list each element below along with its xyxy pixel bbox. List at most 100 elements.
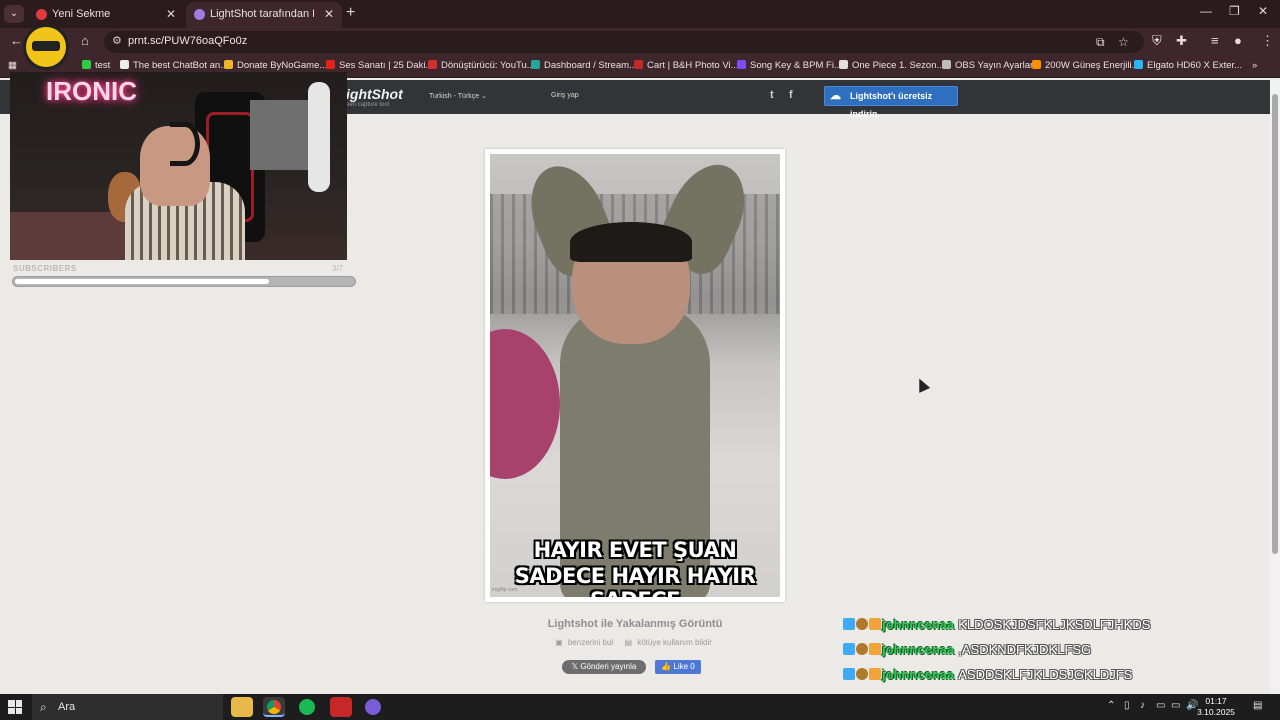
bookmark-elgato[interactable]: Elgato HD60 X Exter... xyxy=(1134,60,1242,71)
screenshot-title: Lightshot ile Yakalanmış Görüntü xyxy=(547,618,723,630)
media-control-icon[interactable]: ≡ xyxy=(1211,33,1219,48)
tab-lightshot[interactable]: LightShot tarafından Ekran Görü ✕ xyxy=(186,2,342,28)
tab-search-button[interactable]: ⌄ xyxy=(4,5,24,23)
tray-monitor-icon[interactable]: ▭ xyxy=(1156,700,1165,711)
bookmark-song-key[interactable]: Song Key & BPM Fi... xyxy=(737,60,842,71)
streamer-webcam: IRONIC xyxy=(10,72,347,260)
minimize-icon[interactable]: — xyxy=(1200,4,1212,18)
new-tab-favicon-icon xyxy=(36,9,47,20)
site-info-icon[interactable]: ⚙ xyxy=(112,34,122,47)
restore-icon[interactable]: ❐ xyxy=(1229,4,1240,18)
apps-grid-icon[interactable]: ▦ xyxy=(8,60,17,71)
badge-icon xyxy=(856,618,868,630)
new-tab-button[interactable]: + xyxy=(346,4,355,22)
login-link[interactable]: Giriş yap xyxy=(551,92,579,99)
bookmark-icon xyxy=(224,60,233,69)
chat-username: johnncenaa xyxy=(882,642,955,657)
bookmark-icon xyxy=(737,60,746,69)
lightshot-logo[interactable]: ightShot xyxy=(346,86,403,102)
taskbar-search[interactable]: ⌕ Ara xyxy=(32,694,223,720)
profile-avatar[interactable]: ● xyxy=(1234,33,1242,48)
file-explorer-icon[interactable] xyxy=(231,697,253,717)
bookmark-donusturucu[interactable]: Dönüştürücü: YouTu... xyxy=(428,60,535,71)
more-bookmarks-icon[interactable]: » xyxy=(1252,60,1257,71)
notifications-icon[interactable]: ▤ xyxy=(1253,700,1262,711)
menu-kebab-icon[interactable]: ⋮ xyxy=(1261,33,1274,49)
chat-username: johnncenaa xyxy=(882,617,955,632)
screenshot-links: ▣ benzerini bul ▤ kötüye kullanım bildir xyxy=(485,638,785,647)
home-icon[interactable]: ⌂ xyxy=(81,33,89,48)
standing-figure xyxy=(308,82,330,192)
bookmark-dashboard[interactable]: Dashboard / Stream... xyxy=(531,60,637,71)
chat-message: johnncenaa KLDOSKJDSFKLJKSDLFJHKDS xyxy=(843,616,1263,641)
start-button[interactable] xyxy=(8,700,22,714)
bookmark-one-piece[interactable]: One Piece 1. Sezon... xyxy=(839,60,944,71)
meme-caption-line1: HAYIR EVET ŞUAN xyxy=(533,538,737,562)
bookmark-icon xyxy=(839,60,848,69)
close-tab-icon[interactable]: ✕ xyxy=(166,2,176,26)
mascot-eyes xyxy=(32,41,60,51)
spotify-icon[interactable] xyxy=(296,697,318,717)
twitter-icon[interactable]: t xyxy=(770,89,774,101)
badge-icon xyxy=(856,668,868,680)
chrome-icon[interactable] xyxy=(263,697,285,717)
back-icon[interactable]: ← xyxy=(10,33,23,48)
subscribers-progress-fill xyxy=(15,279,269,284)
badge-icon xyxy=(869,668,881,680)
report-abuse-link[interactable]: ▤ kötüye kullanım bildir xyxy=(624,638,714,647)
chat-text: ,ASDKNDFKJDKLFSG xyxy=(958,642,1092,657)
scrollbar-thumb[interactable] xyxy=(1272,94,1278,554)
chat-message: johnncenaa ,ASDKNDFKJDKLFSG xyxy=(843,641,1263,666)
search-icon: ⌕ xyxy=(40,700,47,714)
voicemod-icon[interactable] xyxy=(330,697,352,717)
bookmark-test[interactable]: test xyxy=(82,60,110,71)
stream-chat: johnncenaa KLDOSKJDSFKLJKSDLFJHKDS johnnc… xyxy=(843,616,1263,691)
facebook-icon[interactable]: f xyxy=(789,89,793,101)
bookmark-bynogame[interactable]: Donate ByNoGame... xyxy=(224,60,327,71)
badge-icon xyxy=(869,618,881,630)
address-bar[interactable]: ⚙ prnt.sc/PUW76oaQFo0z ⧉ ☆ xyxy=(104,31,1144,53)
face-hair xyxy=(570,222,692,262)
tweet-button[interactable]: 𝕏 Gönderi yayınla xyxy=(562,660,646,674)
bookmark-star-icon[interactable]: ☆ xyxy=(1118,35,1129,49)
tray-app-icon[interactable]: ▯ xyxy=(1124,700,1130,711)
language-select[interactable]: Turkish - Türkçe ⌄ xyxy=(429,92,487,100)
extensions-icon[interactable]: ✚ xyxy=(1176,33,1187,49)
bookmark-ses-sanati[interactable]: Ses Sanatı | 25 Daki... xyxy=(326,60,433,71)
chrome-logo xyxy=(267,700,281,714)
bookmark-chatbot[interactable]: The best ChatBot an... xyxy=(120,60,228,71)
tray-chevron-icon[interactable]: ⌃ xyxy=(1107,700,1115,711)
browser-toolbar: ← ↻ ⌂ ⚙ prnt.sc/PUW76oaQFo0z ⧉ ☆ ⛨ ✚ ≡ ●… xyxy=(0,28,1280,56)
bookmark-icon xyxy=(634,60,643,69)
lightshot-favicon-icon xyxy=(194,9,205,20)
badge-icon xyxy=(869,643,881,655)
install-app-icon[interactable]: ⧉ xyxy=(1096,35,1105,50)
cloud-download-icon: ☁ xyxy=(830,90,841,102)
page-scrollbar[interactable] xyxy=(1270,80,1280,694)
shield-extension-icon[interactable]: ⛨ xyxy=(1152,33,1162,49)
find-similar-link[interactable]: ▣ benzerini bul xyxy=(555,638,616,647)
download-button[interactable]: ☁ Lightshot'ı ücretsiz indirin xyxy=(824,86,958,119)
microphone-icon[interactable]: ♪ xyxy=(1140,700,1145,711)
address-url[interactable]: prnt.sc/PUW76oaQFo0z xyxy=(128,35,247,47)
pink-ball xyxy=(490,329,560,479)
taskbar-clock[interactable]: 01:17 3.10.2025 xyxy=(1194,696,1238,718)
bookmark-icon xyxy=(428,60,437,69)
network-icon[interactable]: ▭ xyxy=(1171,700,1180,711)
bookmark-gunes[interactable]: 200W Güneş Enerjili... xyxy=(1032,60,1140,71)
screenshot-image[interactable]: HAYIR EVET ŞUAN SADECE HAYIR HAYIR SADEC… xyxy=(490,154,780,597)
streamer-mascot-avatar xyxy=(23,24,69,70)
discord-logo xyxy=(365,699,381,715)
close-window-icon[interactable]: ✕ xyxy=(1258,4,1268,18)
subscribers-progress-bar xyxy=(12,276,356,287)
bookmark-obs[interactable]: OBS Yayın Ayarları xyxy=(942,60,1036,71)
close-tab-icon[interactable]: ✕ xyxy=(324,2,334,26)
bookmark-icon xyxy=(942,60,951,69)
facebook-like-button[interactable]: 👍 Like 0 xyxy=(655,660,701,674)
chat-message: johnncenaa ASDDSKLFJKLDSJGKLDJFS xyxy=(843,666,1263,691)
chat-username: johnncenaa xyxy=(882,667,955,682)
bookmark-bh-photo[interactable]: Cart | B&H Photo Vi... xyxy=(634,60,739,71)
discord-icon[interactable] xyxy=(362,697,384,717)
bookmark-icon xyxy=(120,60,129,69)
subscribers-label: SUBSCRIBERS xyxy=(13,264,77,273)
